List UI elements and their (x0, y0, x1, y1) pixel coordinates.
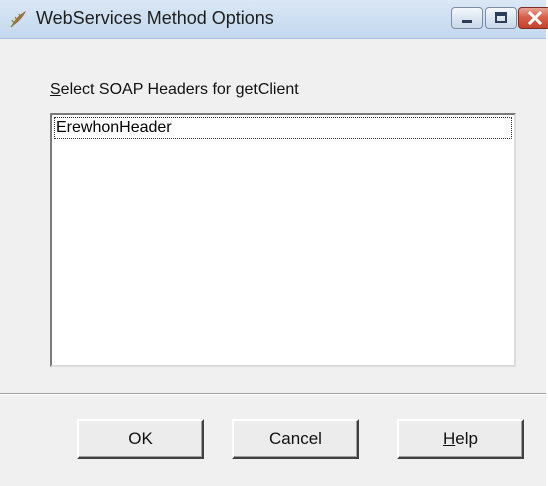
dialog-window: WebServices Method Options Select SOAP H… (0, 0, 548, 486)
help-button[interactable]: Help (397, 419, 524, 459)
help-label-rest: elp (455, 429, 478, 448)
title-bar[interactable]: WebServices Method Options (0, 0, 548, 39)
close-icon (527, 10, 543, 26)
label-rest: elect SOAP Headers for getClient (60, 81, 299, 98)
separator-line (0, 393, 546, 395)
minimize-icon (462, 20, 472, 23)
maximize-button[interactable] (485, 7, 517, 29)
soap-headers-label: Select SOAP Headers for getClient (50, 81, 299, 99)
feather-app-icon (10, 11, 26, 28)
minimize-button[interactable] (451, 7, 483, 29)
label-mnemonic: S (50, 81, 61, 98)
help-mnemonic: H (443, 429, 456, 448)
close-button[interactable] (518, 7, 548, 29)
list-item[interactable]: ErewhonHeader (54, 117, 512, 139)
maximize-icon (495, 12, 507, 23)
dialog-body: Select SOAP Headers for getClient Erewho… (0, 39, 546, 447)
window-title: WebServices Method Options (36, 8, 274, 28)
soap-headers-listbox[interactable]: ErewhonHeader (50, 113, 516, 367)
cancel-button[interactable]: Cancel (232, 419, 359, 459)
ok-button[interactable]: OK (77, 419, 204, 459)
